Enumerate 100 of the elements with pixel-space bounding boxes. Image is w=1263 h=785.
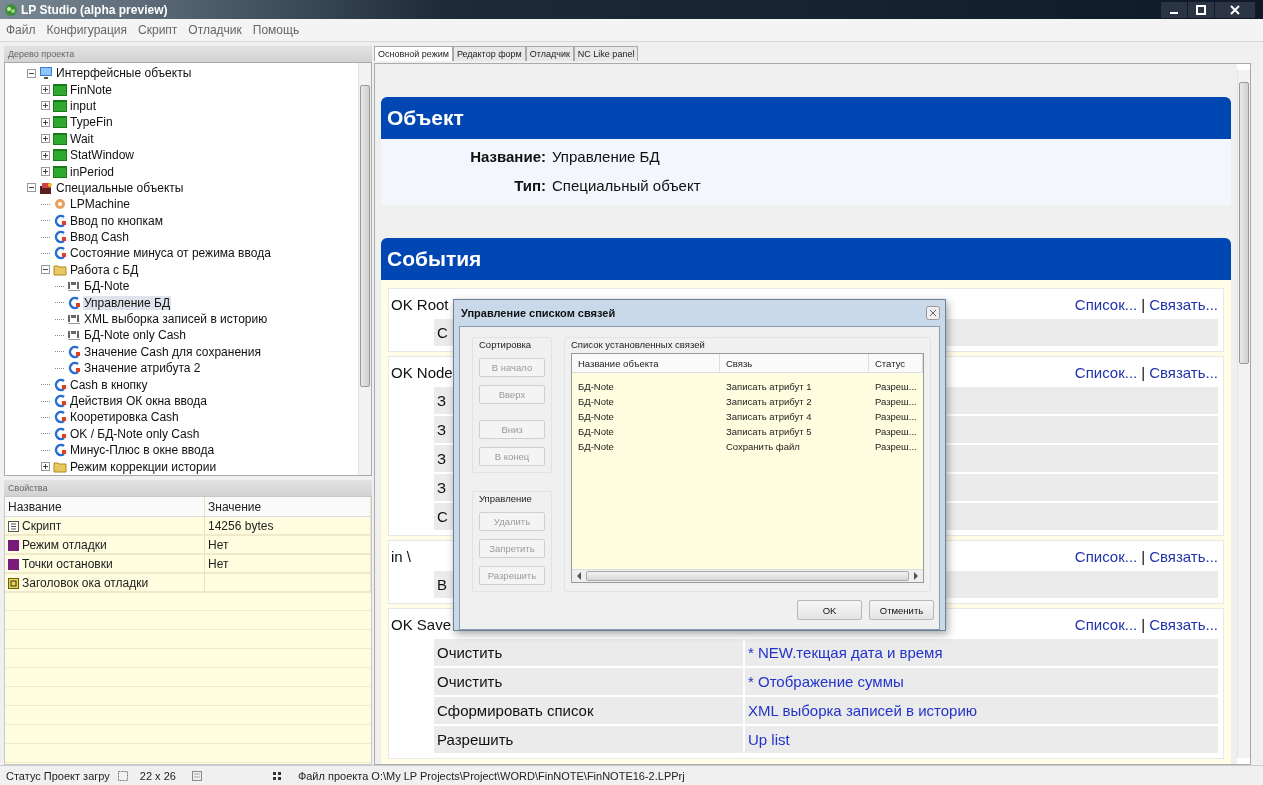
- script-icon: [53, 426, 67, 441]
- property-value: Нет: [208, 557, 229, 571]
- scrollbar[interactable]: [572, 569, 923, 582]
- tab[interactable]: Основной режим: [374, 46, 453, 61]
- field-label: Тип:: [513, 177, 546, 194]
- tree-item[interactable]: БД-Note: [83, 279, 131, 294]
- event-name: OK Node: [391, 363, 453, 381]
- tree-item[interactable]: Ввод Cash: [69, 230, 130, 245]
- tree-item[interactable]: XML выборка записей в историю: [83, 312, 269, 327]
- link-separator: |: [1141, 615, 1146, 633]
- folder-icon: [53, 262, 67, 277]
- script-icon: [67, 344, 81, 359]
- group-title: Управление: [479, 492, 533, 504]
- tree-item[interactable]: Минус-Плюс в окне ввода: [69, 443, 216, 458]
- expand-icon[interactable]: [41, 117, 50, 127]
- expand-icon[interactable]: [41, 134, 50, 144]
- property-value: Нет: [208, 538, 229, 552]
- size-text: 22 x 26: [139, 769, 176, 782]
- tree-item[interactable]: TypeFin: [69, 115, 114, 130]
- window-title: LP Studio (alpha preview): [21, 2, 168, 17]
- scrollbar[interactable]: [1237, 70, 1250, 758]
- collapse-icon[interactable]: [27, 68, 36, 78]
- list-cell-text: Записать атрибут 2: [725, 395, 813, 409]
- property-name: Скрипт: [22, 519, 62, 533]
- folder-icon: [53, 459, 67, 474]
- target-cell: * Отображение суммы: [745, 668, 1218, 695]
- tab[interactable]: NC Like panel: [573, 46, 639, 61]
- menu-item[interactable]: Помощь: [252, 23, 300, 37]
- target-cell: * NEW.текщая дата и время: [745, 639, 1218, 666]
- expand-icon[interactable]: [41, 167, 50, 177]
- tree-item[interactable]: БД-Note only Cash: [83, 328, 188, 343]
- left-arrow-icon: [576, 572, 582, 580]
- list-cell-text: БД-Note: [577, 410, 615, 424]
- link[interactable]: Связать...: [1149, 547, 1218, 565]
- gear-icon: [53, 197, 67, 212]
- link[interactable]: Список...: [1074, 363, 1138, 381]
- script-icon: [53, 394, 67, 408]
- menu-item[interactable]: Конфигурация: [46, 23, 128, 37]
- grid-icon: [271, 770, 282, 781]
- column-header[interactable]: Значение: [205, 497, 371, 516]
- tree-item[interactable]: Wait: [69, 131, 95, 146]
- expand-icon[interactable]: [41, 85, 50, 95]
- menu-item[interactable]: Отладчик: [188, 23, 242, 37]
- tree-item[interactable]: Работа с БД: [69, 262, 140, 277]
- window-icon: [53, 98, 67, 113]
- field-value: Управление БД: [552, 148, 661, 165]
- link[interactable]: Список...: [1074, 615, 1138, 633]
- expand-icon[interactable]: [41, 150, 50, 160]
- tree-item[interactable]: Состояние минуса от режима ввода: [69, 246, 272, 261]
- link[interactable]: Список...: [1074, 295, 1138, 313]
- tree-item[interactable]: LPMachine: [69, 197, 132, 212]
- tab[interactable]: Редактор форм: [452, 46, 526, 61]
- tree-item[interactable]: Кооретировка Cash: [69, 410, 180, 425]
- button[interactable]: Отменить: [869, 600, 934, 620]
- tree-item[interactable]: OK / БД-Note only Cash: [69, 426, 201, 441]
- menu-item[interactable]: Скрипт: [138, 23, 178, 37]
- tree-item[interactable]: Ввод по кнопкам: [69, 213, 164, 228]
- tree-item[interactable]: FinNote: [69, 82, 114, 97]
- panel-header: Свойства: [4, 480, 372, 496]
- link[interactable]: Связать...: [1149, 363, 1218, 381]
- list-cell-text: Записать атрибут 4: [725, 410, 813, 424]
- link-separator: |: [1141, 363, 1146, 381]
- event-name: OK Save: [391, 615, 452, 633]
- link[interactable]: Список...: [1074, 547, 1138, 565]
- tree-item[interactable]: Режим коррекции истории: [69, 459, 218, 474]
- tree-item[interactable]: input: [69, 98, 98, 113]
- tree-item[interactable]: Действия ОК окна ввода: [69, 394, 208, 408]
- scrollbar[interactable]: [358, 63, 371, 475]
- grid-icon: [191, 770, 202, 781]
- collapse-icon[interactable]: [27, 183, 36, 193]
- tree-item[interactable]: Специальные объекты: [55, 180, 185, 195]
- link[interactable]: Связать...: [1149, 295, 1218, 313]
- expand-icon[interactable]: [41, 101, 50, 111]
- tree-item[interactable]: Интерфейсные объекты: [55, 66, 193, 81]
- column-header[interactable]: Связь: [720, 354, 869, 372]
- action-cell: Очистить: [434, 668, 743, 695]
- tree-item[interactable]: Значение атрибута 2: [83, 361, 202, 376]
- action-cell: Очистить: [434, 639, 743, 666]
- tree-item[interactable]: Cash в кнопку: [69, 377, 149, 392]
- expand-icon[interactable]: [41, 462, 50, 472]
- column-header[interactable]: Название объекта: [572, 354, 720, 372]
- action-cell: Разрешить: [434, 726, 743, 753]
- tab[interactable]: Отладчик: [525, 46, 574, 61]
- window-icon: [53, 82, 67, 97]
- link-separator: |: [1141, 547, 1146, 565]
- link[interactable]: Связать...: [1149, 615, 1218, 633]
- button[interactable]: OK: [797, 600, 862, 620]
- tree-item[interactable]: inPeriod: [69, 164, 116, 179]
- menu-item[interactable]: Файл: [6, 23, 36, 37]
- script-icon: [67, 295, 81, 310]
- tree-item[interactable]: Управление БД: [83, 295, 172, 310]
- panel-header: Дерево проекта: [4, 46, 372, 62]
- collapse-icon[interactable]: [41, 265, 50, 275]
- column-header[interactable]: Статус: [869, 354, 923, 372]
- right-arrow-icon: [913, 572, 919, 580]
- tree-item[interactable]: Значение Cash для сохранения: [83, 344, 262, 359]
- field-value: Специальный объект: [552, 177, 702, 194]
- property-name: Заголовок ока отладки: [22, 576, 149, 590]
- column-header[interactable]: Название: [5, 497, 205, 516]
- tree-item[interactable]: StatWindow: [69, 148, 136, 163]
